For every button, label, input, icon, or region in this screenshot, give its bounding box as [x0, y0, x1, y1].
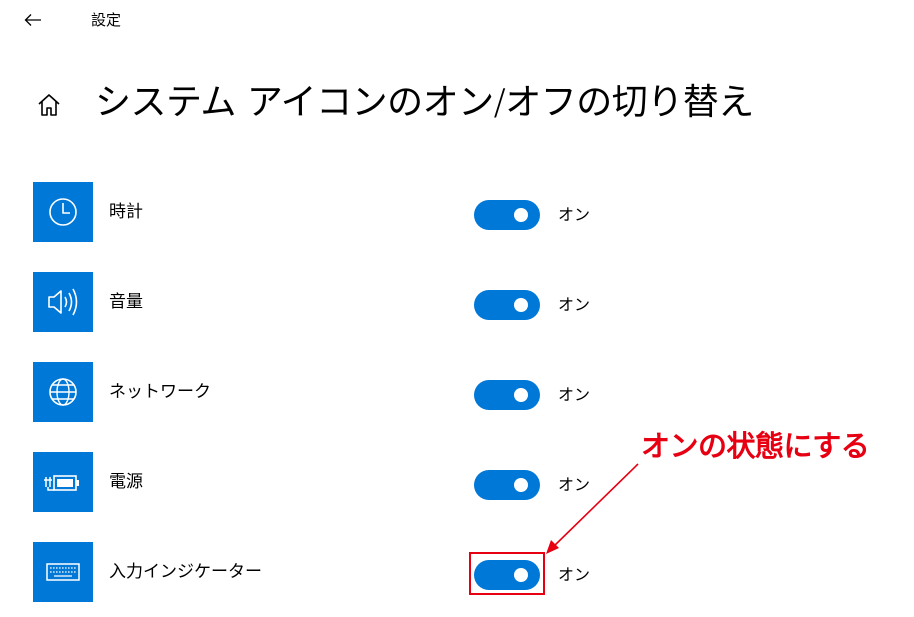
window-title: 設定 [91, 11, 122, 29]
page-title: システム アイコンのオン/オフの切り替え [95, 82, 754, 123]
toggle-network[interactable] [474, 380, 540, 410]
title-bar: 設定 [0, 0, 914, 40]
setting-row-power: 電源 オン [33, 452, 593, 512]
state-label-input-indicator: オン [558, 565, 591, 584]
toggle-volume[interactable] [474, 290, 540, 320]
setting-label-network: ネットワーク [109, 382, 211, 402]
network-tile [33, 362, 93, 422]
setting-label-input-indicator: 入力インジケーター [109, 562, 262, 582]
setting-label-volume: 音量 [109, 292, 143, 312]
setting-row-volume: 音量 オン [33, 272, 593, 332]
back-button[interactable] [18, 6, 48, 34]
power-tile [33, 452, 93, 512]
keyboard-icon [46, 563, 80, 581]
annotation-text: オンの状態にする [641, 429, 870, 463]
setting-label-clock: 時計 [109, 202, 143, 222]
arrow-left-icon [24, 14, 41, 26]
input-indicator-tile [33, 542, 93, 602]
state-label-network: オン [558, 385, 591, 404]
state-label-volume: オン [558, 295, 591, 314]
home-icon[interactable] [36, 92, 62, 118]
globe-icon [49, 378, 77, 406]
toggle-knob [514, 298, 528, 312]
volume-tile [33, 272, 93, 332]
toggle-knob [514, 208, 528, 222]
clock-icon [49, 198, 77, 226]
setting-label-power: 電源 [109, 472, 143, 492]
toggle-knob [514, 388, 528, 402]
clock-tile [33, 182, 93, 242]
annotation-arrow-icon [546, 463, 639, 554]
state-label-clock: オン [558, 205, 591, 224]
setting-row-network: ネットワーク オン [33, 362, 593, 422]
battery-plug-icon [44, 475, 79, 491]
highlight-box [469, 552, 545, 595]
setting-row-clock: 時計 オン [33, 182, 593, 242]
volume-icon [48, 288, 78, 316]
toggle-clock[interactable] [474, 200, 540, 230]
toggle-knob [514, 478, 528, 492]
toggle-power[interactable] [474, 470, 540, 500]
